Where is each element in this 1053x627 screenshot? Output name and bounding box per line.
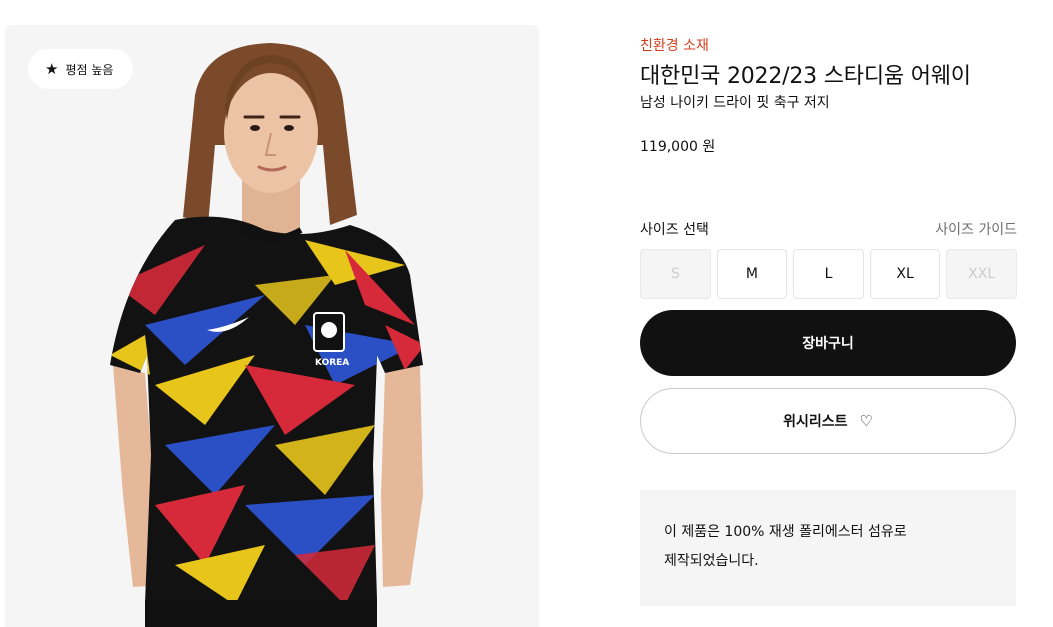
size-option-xl[interactable]: XL [869,249,941,299]
size-option-m[interactable]: M [716,249,788,299]
product-price: 119,000 원 [640,139,716,155]
rating-badge-label: 평점 높음 [65,62,114,77]
notice-line-2: 제작되었습니다. [664,553,759,569]
wishlist-button[interactable]: 위시리스트 ♡ [640,388,1016,454]
size-select-label: 사이즈 선택 [640,222,709,238]
wishlist-label: 위시리스트 [783,413,848,429]
jersey-korea-text: KOREA [315,358,350,368]
sustainability-notice: 이 제품은 100% 재생 폴리에스터 섬유로 제작되었습니다. [640,490,1016,606]
eco-tag: 친환경 소재 [640,38,709,54]
product-title: 대한민국 2022/23 스타디움 어웨이 [640,64,971,89]
size-grid: S M L XL XXL [640,249,1017,299]
add-to-cart-label: 장바구니 [802,335,854,351]
notice-line-1: 이 제품은 100% 재생 폴리에스터 섬유로 [664,524,907,540]
rating-badge: ★ 평점 높음 [28,49,134,89]
size-option-l[interactable]: L [793,249,864,299]
size-option-s: S [640,249,711,299]
star-icon: ★ [45,59,59,78]
product-subtitle: 남성 나이키 드라이 핏 축구 저지 [640,95,830,111]
product-image-panel: KOREA ★ 평점 높음 [5,25,539,627]
add-to-cart-button[interactable]: 장바구니 [640,310,1016,376]
heart-icon: ♡ [859,412,873,430]
product-photo [110,43,423,627]
size-guide-link[interactable]: 사이즈 가이드 [935,219,1017,239]
size-option-xxl: XXL [946,249,1017,299]
size-header: 사이즈 선택 사이즈 가이드 [640,219,1017,239]
